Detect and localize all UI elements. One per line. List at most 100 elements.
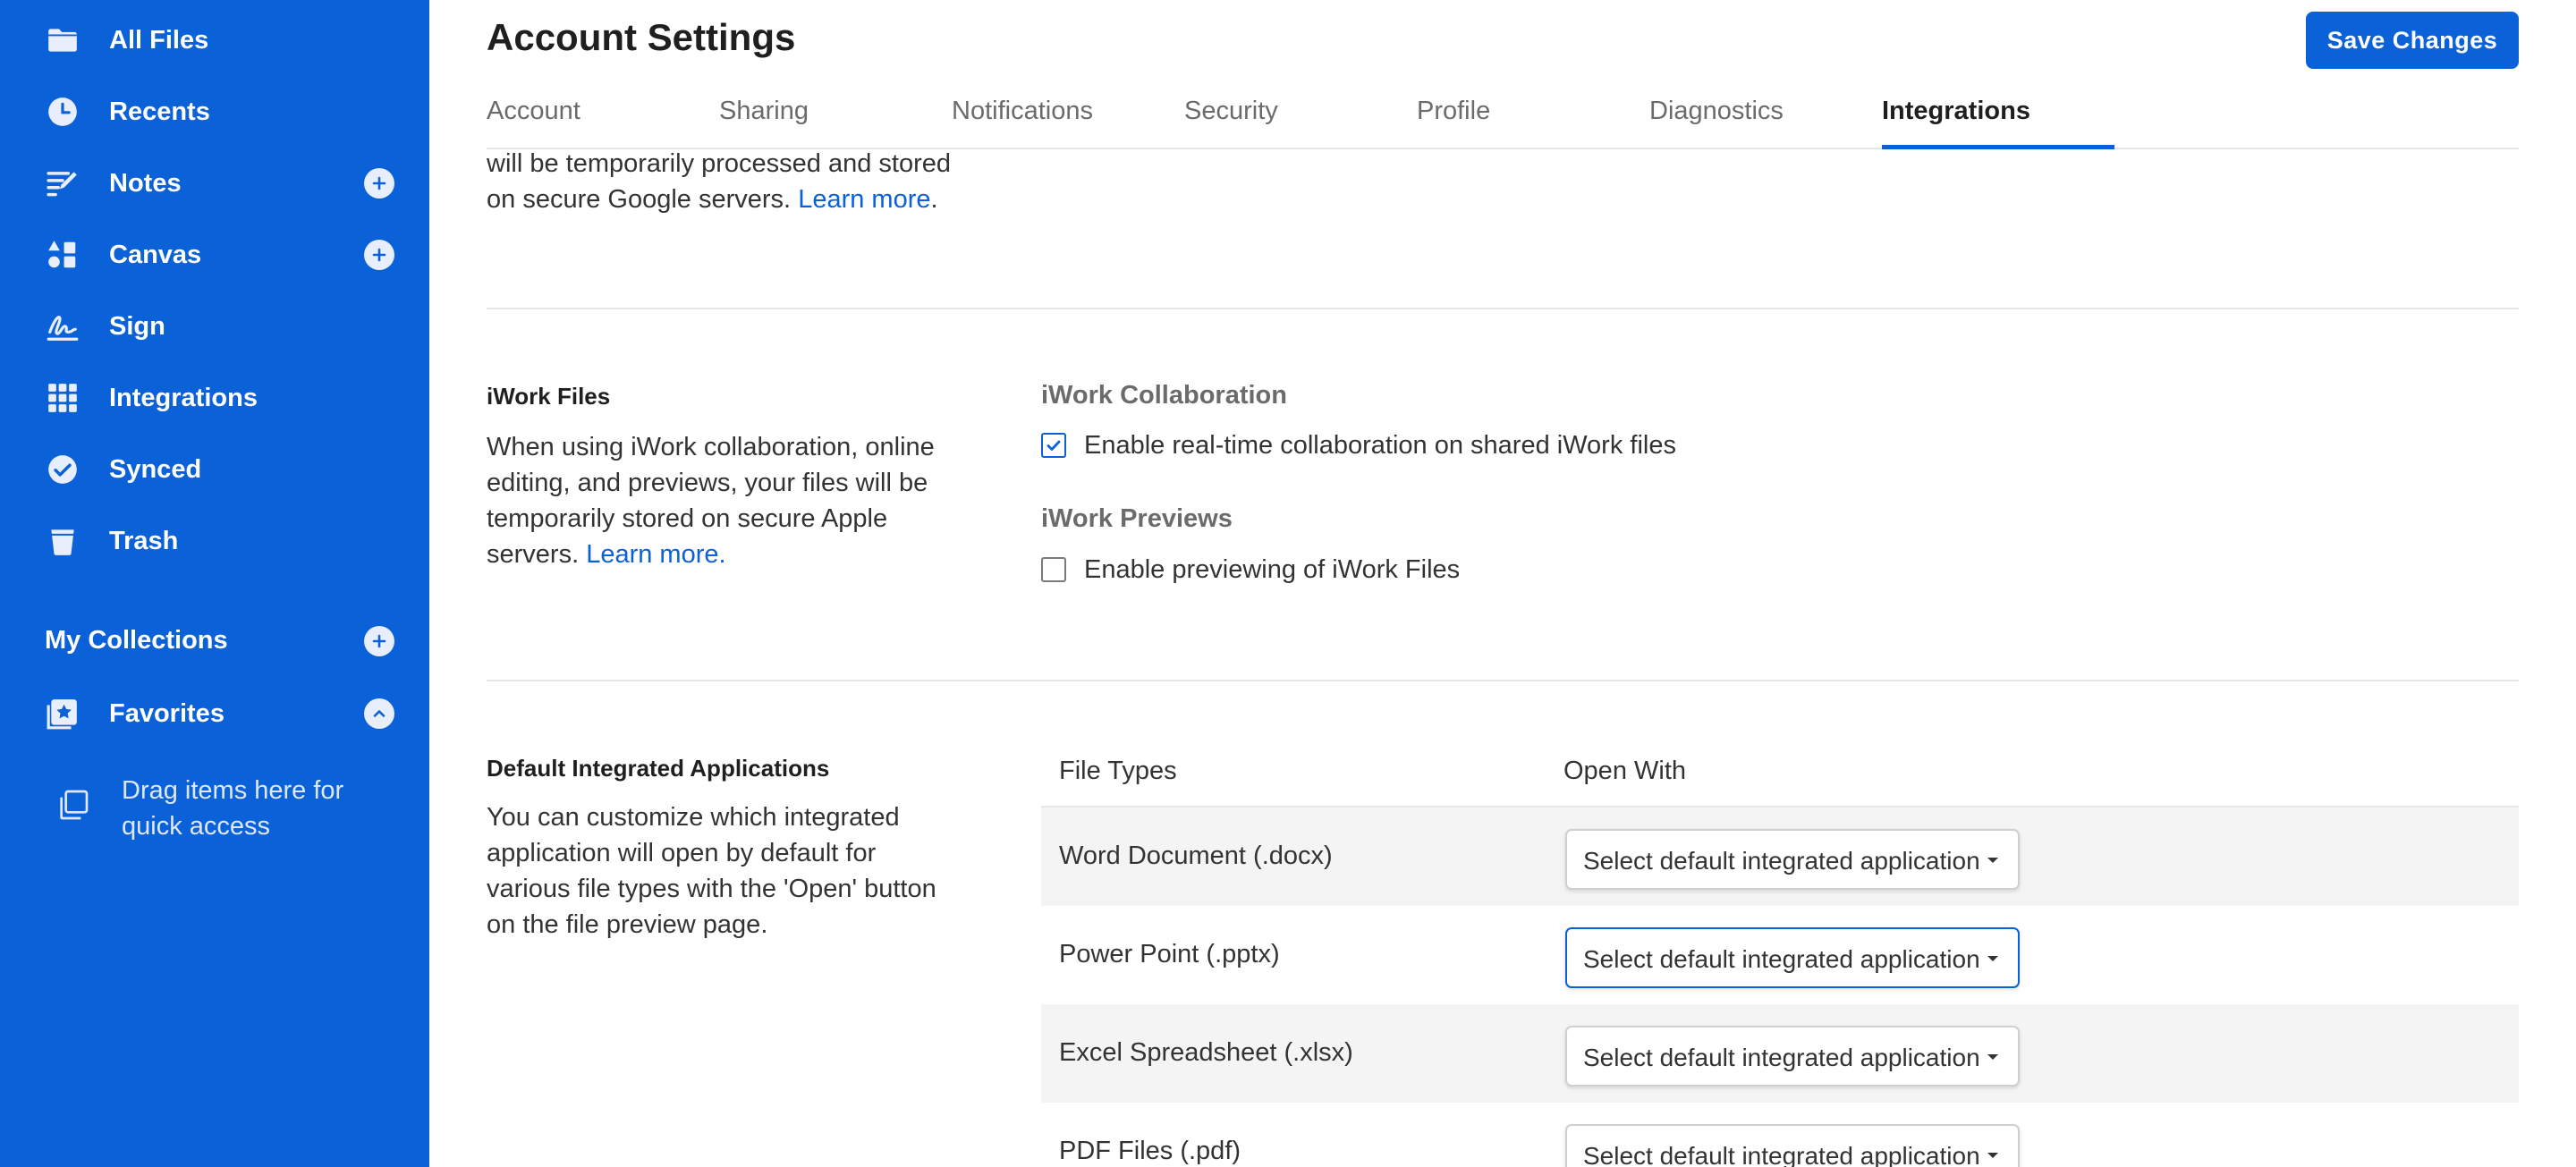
sidebar-item-label: Recents xyxy=(109,97,210,126)
add-canvas-button[interactable] xyxy=(364,240,394,270)
plus-icon xyxy=(372,248,386,262)
tab-label: Profile xyxy=(1417,97,1491,125)
file-type-cell: Power Point (.pptx) xyxy=(1059,940,1280,968)
caret-down-icon xyxy=(1987,1153,1998,1158)
tab-label: Sharing xyxy=(719,97,809,125)
signature-icon xyxy=(45,309,80,344)
add-note-button[interactable] xyxy=(364,168,394,199)
select-value: Select default integrated application xyxy=(1583,1044,1980,1071)
chevron-up-icon xyxy=(373,710,386,717)
grid-icon xyxy=(45,380,80,416)
default-app-select[interactable]: Select default integrated application xyxy=(1565,829,2020,890)
select-value: Select default integrated application xyxy=(1583,847,1980,875)
tab-account[interactable]: Account xyxy=(487,89,719,148)
section-divider xyxy=(487,308,2519,309)
sidebar-item-label: Favorites xyxy=(109,698,225,728)
default-app-select[interactable]: Select default integrated application xyxy=(1565,1124,2020,1167)
previews-checkbox-label: Enable previewing of iWork Files xyxy=(1084,554,1461,584)
select-value: Select default integrated application xyxy=(1583,1142,1980,1167)
sidebar: All Files Recents Notes Canvas Sign Inte… xyxy=(0,0,429,1167)
trash-icon xyxy=(45,523,80,559)
my-collections-heading: My Collections xyxy=(45,626,228,655)
tab-label: Account xyxy=(487,97,580,125)
tab-sharing[interactable]: Sharing xyxy=(719,89,952,148)
canvas-icon xyxy=(45,237,80,273)
table-row: Word Document (.docx) Select default int… xyxy=(1041,808,2519,906)
sidebar-item-label: Sign xyxy=(109,311,165,341)
tab-label: Integrations xyxy=(1882,97,2030,125)
caret-down-icon xyxy=(1987,858,1998,863)
sidebar-item-label: Trash xyxy=(109,526,179,555)
iwork-collaboration-option[interactable]: Enable real-time collaboration on shared… xyxy=(1041,427,1676,463)
table-row: Excel Spreadsheet (.xlsx) Select default… xyxy=(1041,1004,2519,1103)
table-row: PDF Files (.pdf) Select default integrat… xyxy=(1041,1103,2519,1167)
google-section-description: will be temporarily processed and stored… xyxy=(487,146,952,217)
collapse-favorites-button[interactable] xyxy=(364,698,394,729)
table-header: File Types Open With xyxy=(1041,740,2519,808)
learn-more-link[interactable]: Learn more xyxy=(798,185,930,214)
sidebar-item-sign[interactable]: Sign xyxy=(0,300,429,353)
previews-checkbox[interactable] xyxy=(1041,557,1066,582)
default-apps-description: You can customize which integrated appli… xyxy=(487,803,936,939)
star-bookmark-icon xyxy=(45,696,80,731)
tab-security[interactable]: Security xyxy=(1184,89,1417,148)
copy-icon xyxy=(55,787,95,826)
tab-label: Security xyxy=(1184,97,1278,125)
caret-down-icon xyxy=(1987,1054,1998,1060)
iwork-previews-heading: iWork Previews xyxy=(1041,504,1233,533)
sidebar-item-all-files[interactable]: All Files xyxy=(0,13,429,67)
sidebar-item-recents[interactable]: Recents xyxy=(0,85,429,139)
sidebar-item-favorites[interactable]: Favorites xyxy=(0,687,429,740)
sidebar-item-label: Integrations xyxy=(109,383,258,412)
file-type-cell: PDF Files (.pdf) xyxy=(1059,1137,1241,1165)
tab-label: Diagnostics xyxy=(1649,97,1784,125)
checkmark-icon xyxy=(1046,440,1061,451)
plus-icon xyxy=(372,176,386,190)
tab-integrations[interactable]: Integrations xyxy=(1882,89,2114,149)
default-app-select[interactable]: Select default integrated application xyxy=(1565,927,2020,988)
sidebar-item-synced[interactable]: Synced xyxy=(0,443,429,496)
iwork-collaboration-heading: iWork Collaboration xyxy=(1041,381,1287,410)
sidebar-item-label: Synced xyxy=(109,454,202,484)
save-changes-button[interactable]: Save Changes xyxy=(2306,12,2519,69)
tab-label: Notifications xyxy=(952,97,1093,125)
default-app-select[interactable]: Select default integrated application xyxy=(1565,1026,2020,1087)
column-header-file-types: File Types xyxy=(1059,757,1177,785)
drag-hint-text: Drag items here for quick access xyxy=(122,776,344,841)
tab-profile[interactable]: Profile xyxy=(1417,89,1649,148)
file-type-cell: Word Document (.docx) xyxy=(1059,841,1333,870)
settings-tabs: Account Sharing Notifications Security P… xyxy=(487,89,2519,149)
plus-icon xyxy=(372,634,386,648)
section-divider xyxy=(487,680,2519,681)
collaboration-checkbox-label: Enable real-time collaboration on shared… xyxy=(1084,430,1676,460)
add-collection-button[interactable] xyxy=(364,626,394,656)
tab-diagnostics[interactable]: Diagnostics xyxy=(1649,89,1882,148)
notes-icon xyxy=(45,165,80,201)
caret-down-icon xyxy=(1987,956,1998,961)
iwork-description: When using iWork collaboration, online e… xyxy=(487,429,952,572)
sidebar-item-integrations[interactable]: Integrations xyxy=(0,371,429,425)
column-header-open-with: Open With xyxy=(1563,757,1686,785)
sidebar-item-canvas[interactable]: Canvas xyxy=(0,228,429,282)
sidebar-item-trash[interactable]: Trash xyxy=(0,514,429,568)
iwork-section-title: iWork Files xyxy=(487,383,611,410)
sidebar-item-label: All Files xyxy=(109,25,209,55)
folder-icon xyxy=(45,22,80,58)
main-content: Account Settings Save Changes Account Sh… xyxy=(429,0,2576,1167)
tab-notifications[interactable]: Notifications xyxy=(952,89,1184,148)
collaboration-checkbox[interactable] xyxy=(1041,433,1066,458)
favorites-drop-zone[interactable]: Drag items here for quick access xyxy=(55,769,413,850)
iwork-previews-option[interactable]: Enable previewing of iWork Files xyxy=(1041,552,1460,588)
sidebar-item-notes[interactable]: Notes xyxy=(0,156,429,210)
sidebar-item-label: Notes xyxy=(109,168,182,198)
file-type-cell: Excel Spreadsheet (.xlsx) xyxy=(1059,1038,1353,1067)
punctuation: . xyxy=(930,185,938,214)
select-value: Select default integrated application xyxy=(1583,945,1980,973)
default-apps-section-title: Default Integrated Applications xyxy=(487,755,830,782)
check-circle-icon xyxy=(45,452,80,487)
page-title: Account Settings xyxy=(487,16,796,58)
clock-icon xyxy=(45,94,80,130)
learn-more-link[interactable]: Learn more. xyxy=(586,540,725,569)
sidebar-item-label: Canvas xyxy=(109,240,202,269)
table-row: Power Point (.pptx) Select default integ… xyxy=(1041,906,2519,1004)
